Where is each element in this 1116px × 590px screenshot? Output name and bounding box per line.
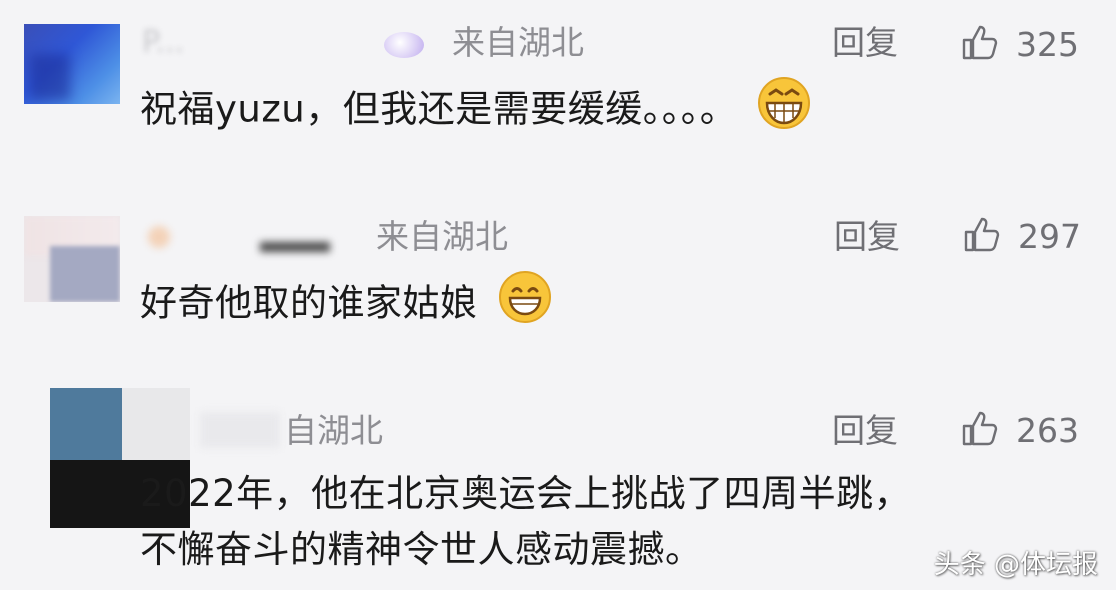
location-label: 来自湖北: [452, 23, 584, 62]
location-label: 来自湖北: [376, 217, 508, 256]
comment-text: 2022年，他在北京奥运会上挑战了四周半跳， 不懈奋斗的精神令世人感动震撼。: [140, 466, 911, 578]
comment-line: 2022年，他在北京奥运会上挑战了四周半跳，: [140, 472, 912, 515]
username[interactable]: P...: [142, 28, 352, 58]
like-count: 325: [1016, 24, 1079, 64]
comment-line: 不懈奋斗的精神令世人感动震撼。: [140, 528, 703, 571]
thumbs-up-icon: [960, 408, 1000, 452]
username-blurred[interactable]: [200, 412, 280, 448]
like-count: 263: [1016, 410, 1079, 450]
reply-button[interactable]: 回复: [832, 26, 898, 59]
comment-body: 好奇他取的谁家姑娘: [140, 281, 478, 325]
badge-icon: [384, 32, 424, 58]
grinning-face-emoji: [498, 270, 552, 340]
reply-button[interactable]: 回复: [834, 220, 900, 253]
thumbs-up-icon: [960, 22, 1000, 66]
username-blurred[interactable]: [140, 220, 380, 260]
avatar[interactable]: [24, 24, 120, 104]
comment-body: 祝福yuzu，但我还是需要缓缓。。。。: [140, 87, 738, 131]
thumbs-up-icon: [962, 214, 1002, 258]
location-label: 自湖北: [284, 411, 383, 450]
comment-list: P... 来自湖北 回复 325 祝福yuzu，但我还是需要缓缓。。。。 来自湖…: [0, 0, 1116, 590]
avatar[interactable]: [24, 216, 120, 302]
reply-button[interactable]: 回复: [832, 414, 898, 447]
grinning-face-with-big-eyes-emoji: [757, 76, 811, 146]
like-button[interactable]: 263: [960, 408, 1079, 452]
like-button[interactable]: 325: [960, 22, 1079, 66]
like-button[interactable]: 297: [962, 214, 1081, 258]
source-watermark: 头条 @体坛报: [933, 550, 1098, 580]
comment-text: 好奇他取的谁家姑娘: [140, 270, 552, 340]
like-count: 297: [1018, 216, 1081, 256]
comment-text: 祝福yuzu，但我还是需要缓缓。。。。: [140, 76, 811, 146]
